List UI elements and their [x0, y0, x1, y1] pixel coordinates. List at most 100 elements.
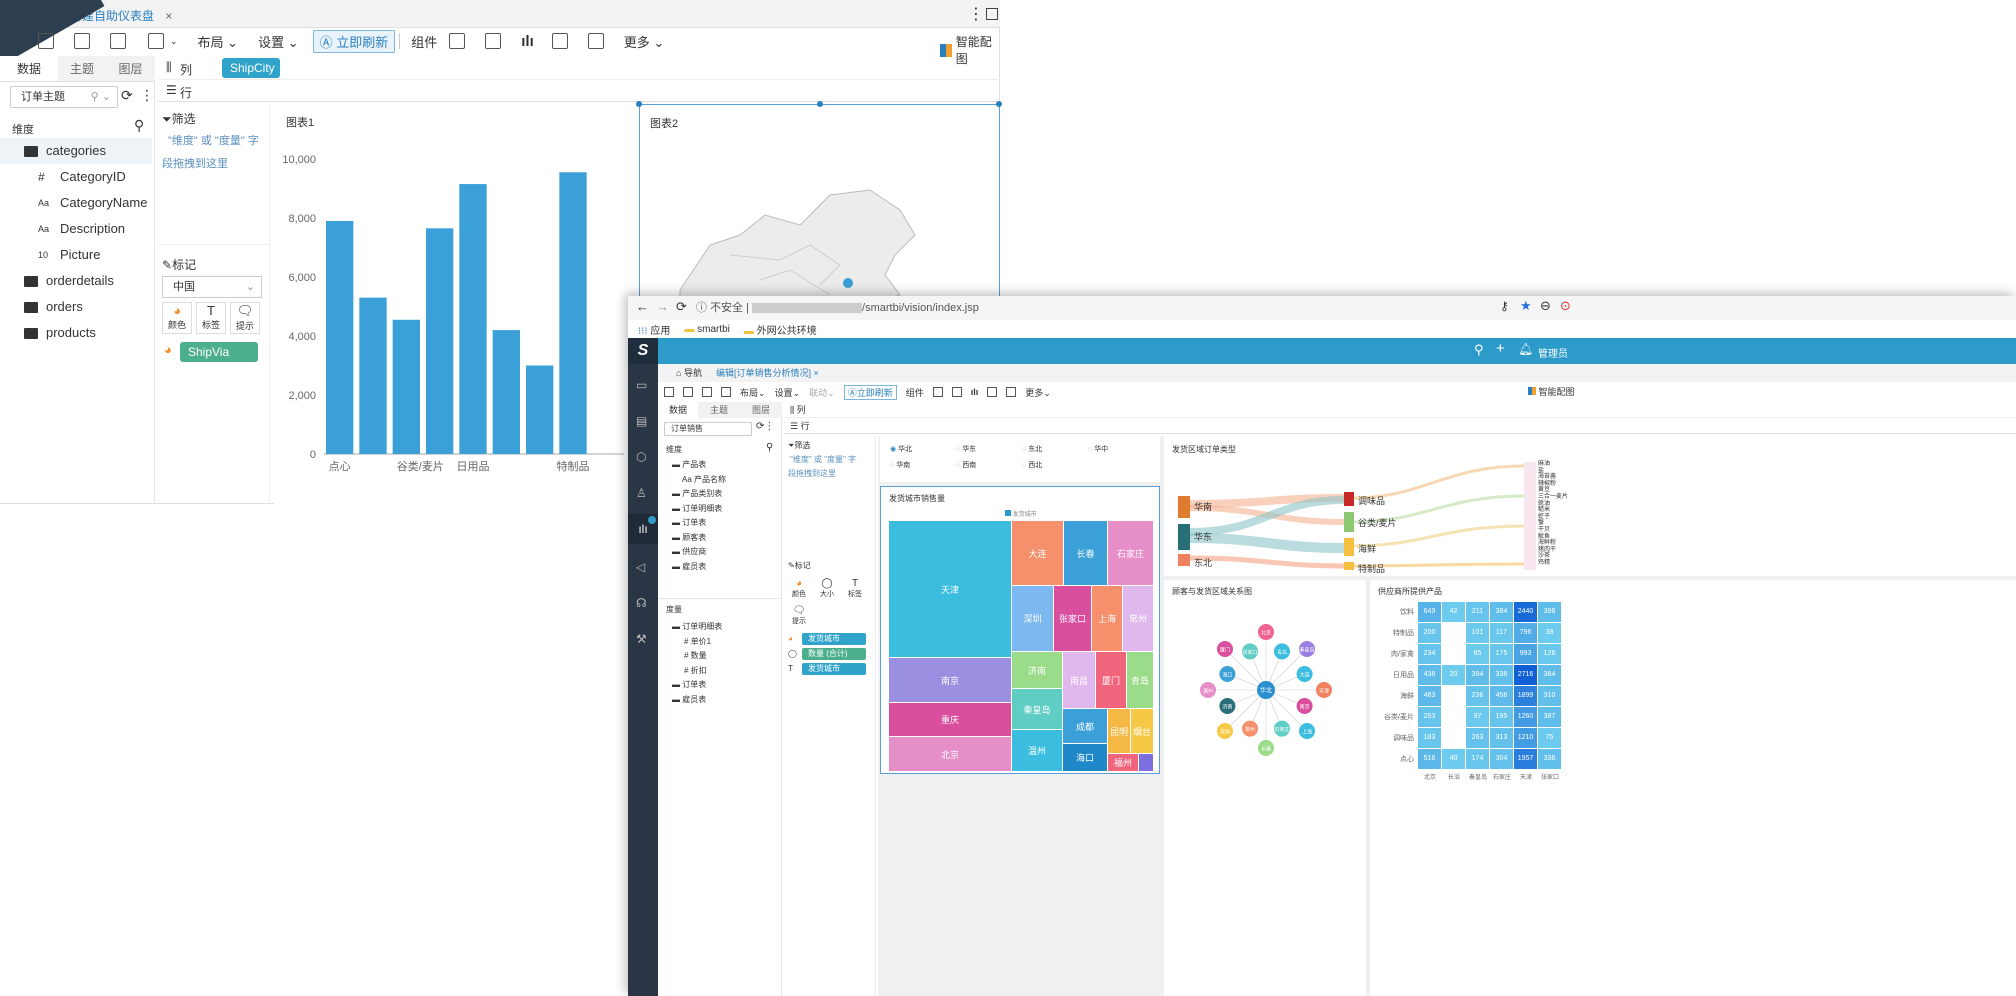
- treemap-cell[interactable]: 重庆: [889, 703, 1011, 736]
- settings-menu[interactable]: 设置 ⌄: [258, 32, 299, 51]
- database-icon[interactable]: ▤: [636, 414, 647, 428]
- tree-item-picture[interactable]: 10 Picture: [0, 242, 152, 268]
- region-filter[interactable]: ◉ 华北 ○ 华东 ○ 东北 ○ 华中 ○ 华南 ○ 西南 ○ 西北: [880, 436, 1160, 482]
- tab-theme[interactable]: 主题: [698, 402, 740, 418]
- treemap-cell[interactable]: 南昌: [1063, 652, 1095, 708]
- bar[interactable]: [492, 330, 520, 454]
- tab-close-icon[interactable]: ×: [165, 9, 172, 23]
- person-icon[interactable]: ♙: [636, 486, 647, 500]
- treemap-cell[interactable]: 昆明: [1108, 709, 1130, 753]
- layout-menu[interactable]: 布局⌄: [740, 386, 766, 399]
- mark-pill-city-label[interactable]: 发货城市: [802, 663, 866, 675]
- save-icon[interactable]: [664, 387, 674, 397]
- bar[interactable]: [326, 220, 354, 454]
- key-icon[interactable]: ⚷: [1500, 299, 1509, 313]
- resize-handle[interactable]: [817, 101, 823, 107]
- image-icon[interactable]: [587, 33, 604, 49]
- tree-item[interactable]: # 单价1: [672, 635, 722, 650]
- heatmap-cell[interactable]: 1260: [1514, 707, 1537, 727]
- tree-item[interactable]: ▬ 产品类别表: [672, 487, 726, 502]
- tab-layer[interactable]: 图层: [106, 56, 155, 81]
- heatmap-cell[interactable]: 398: [1538, 602, 1561, 622]
- heatmap-cell[interactable]: 2440: [1514, 602, 1537, 622]
- heatmap-cell[interactable]: 20: [1442, 665, 1465, 685]
- heatmap-cell[interactable]: 183: [1418, 728, 1441, 748]
- search-icon[interactable]: ⚲: [766, 442, 773, 453]
- radio-region-4[interactable]: ○ 华南: [890, 460, 910, 470]
- heatmap-cell[interactable]: 211: [1466, 602, 1489, 622]
- heatmap-cell[interactable]: 175: [1490, 644, 1513, 664]
- heatmap-cell[interactable]: 174: [1466, 749, 1489, 769]
- heatmap-cell[interactable]: [1442, 644, 1465, 664]
- treemap-cell[interactable]: 温州: [1012, 730, 1062, 771]
- tools-icon[interactable]: ⚒: [636, 632, 647, 646]
- tree-item-description[interactable]: Aa Description: [0, 216, 152, 242]
- tree-item-orders[interactable]: orders: [0, 294, 152, 320]
- rows-shelf[interactable]: ☰ 行: [158, 80, 1000, 102]
- text-icon[interactable]: [551, 33, 568, 49]
- edit-tab[interactable]: 编辑[订单销售分析情况] ×: [716, 364, 819, 382]
- tree-item-categoryid[interactable]: # CategoryID: [0, 164, 152, 190]
- bookmark-public-env[interactable]: ▬ 外网公共环境: [744, 322, 817, 337]
- search-icon[interactable]: ⚲: [1474, 342, 1484, 358]
- bar[interactable]: [359, 297, 387, 454]
- url-field[interactable]: ⓘ 不安全 | /smartbi/vision/index.jsp: [696, 299, 1496, 317]
- mark-size-button[interactable]: ◯ 大小: [816, 578, 838, 599]
- mark-type-select[interactable]: 中国 ⌄: [162, 276, 262, 298]
- heatmap-cell[interactable]: 313: [1490, 728, 1513, 748]
- account-icon[interactable]: ⊖: [1540, 298, 1551, 314]
- user-menu[interactable]: 管理员: [1538, 345, 1568, 360]
- search-icon[interactable]: ⚲: [134, 117, 144, 134]
- heatmap-cell[interactable]: [1442, 728, 1465, 748]
- treemap-cell[interactable]: 上海: [1092, 586, 1122, 651]
- mark-label-button[interactable]: T 标签: [844, 578, 866, 599]
- tab-data[interactable]: 数据: [658, 402, 698, 418]
- tree-item[interactable]: ▬ 订单明细表: [672, 502, 726, 517]
- heatmap-cell[interactable]: 483: [1418, 686, 1441, 706]
- resize-handle[interactable]: [996, 101, 1002, 107]
- save-as-icon[interactable]: [683, 387, 693, 397]
- heatmap-cell[interactable]: 796: [1514, 623, 1537, 643]
- mark-pill-city-color[interactable]: 发货城市: [802, 633, 866, 645]
- column-pill-shipcity[interactable]: ShipCity: [222, 58, 280, 78]
- mark-color-button[interactable]: ◕ 颜色: [788, 578, 810, 599]
- bookmark-apps[interactable]: ⁝⁝⁝ 应用: [638, 322, 670, 337]
- heatmap-cell[interactable]: 200: [1418, 623, 1441, 643]
- radio-region-1[interactable]: ○ 华东: [956, 444, 976, 454]
- cube-icon[interactable]: ⬡: [636, 450, 646, 464]
- tree-item[interactable]: Aa 产品名称: [672, 473, 726, 488]
- treemap-cell[interactable]: 张家口: [1054, 586, 1091, 651]
- treemap-cell[interactable]: 济南: [1012, 652, 1062, 688]
- heatmap-cell[interactable]: 97: [1466, 707, 1489, 727]
- maximize-icon[interactable]: [986, 8, 998, 20]
- reload-icon[interactable]: ⟳: [676, 299, 687, 315]
- heatmap-cell[interactable]: 38: [1538, 623, 1561, 643]
- tree-item-categories[interactable]: categories: [0, 138, 152, 164]
- radio-region-0[interactable]: ◉ 华北: [890, 444, 912, 454]
- treemap-cell[interactable]: 北京: [889, 737, 1011, 771]
- treemap-panel[interactable]: 发货城市销售量 发货城市 天津 南京 重庆 北京 大连 长春 石家庄 深圳 张家…: [880, 486, 1160, 774]
- bar-chart-icon[interactable]: ılı: [521, 33, 534, 50]
- bar[interactable]: [559, 172, 587, 454]
- heatmap-cell[interactable]: 101: [1466, 623, 1489, 643]
- heatmap-cell[interactable]: 253: [1418, 707, 1441, 727]
- topic-more-icon[interactable]: ⋮: [140, 87, 154, 104]
- refresh-button[interactable]: Ⓐ 立即刷新: [312, 29, 396, 53]
- treemap-cell[interactable]: 常州: [1123, 586, 1153, 651]
- linkage-menu[interactable]: 联动⌄: [809, 386, 835, 399]
- monitor-icon[interactable]: ▭: [636, 378, 647, 392]
- device-icon[interactable]: [148, 33, 164, 49]
- tree-item-orderdetails[interactable]: orderdetails: [0, 268, 152, 294]
- refresh-icon[interactable]: ⟳⋮: [756, 421, 774, 432]
- topic-select[interactable]: 订单销售: [664, 422, 752, 436]
- settings-menu[interactable]: 设置⌄: [775, 386, 801, 399]
- radio-region-3[interactable]: ○ 华中: [1088, 444, 1108, 454]
- treemap-cell[interactable]: 深圳: [1012, 586, 1053, 651]
- tree-item[interactable]: ▬ 雇员表: [672, 560, 726, 575]
- preview-icon[interactable]: [110, 33, 126, 49]
- add-icon[interactable]: +: [1496, 340, 1505, 357]
- mark-pill-quantity[interactable]: 数量 (合计): [802, 648, 866, 660]
- crosstab-icon[interactable]: [951, 387, 962, 397]
- refresh-icon[interactable]: ⟳: [121, 87, 133, 104]
- rows-shelf[interactable]: ☰ 行: [784, 418, 2016, 434]
